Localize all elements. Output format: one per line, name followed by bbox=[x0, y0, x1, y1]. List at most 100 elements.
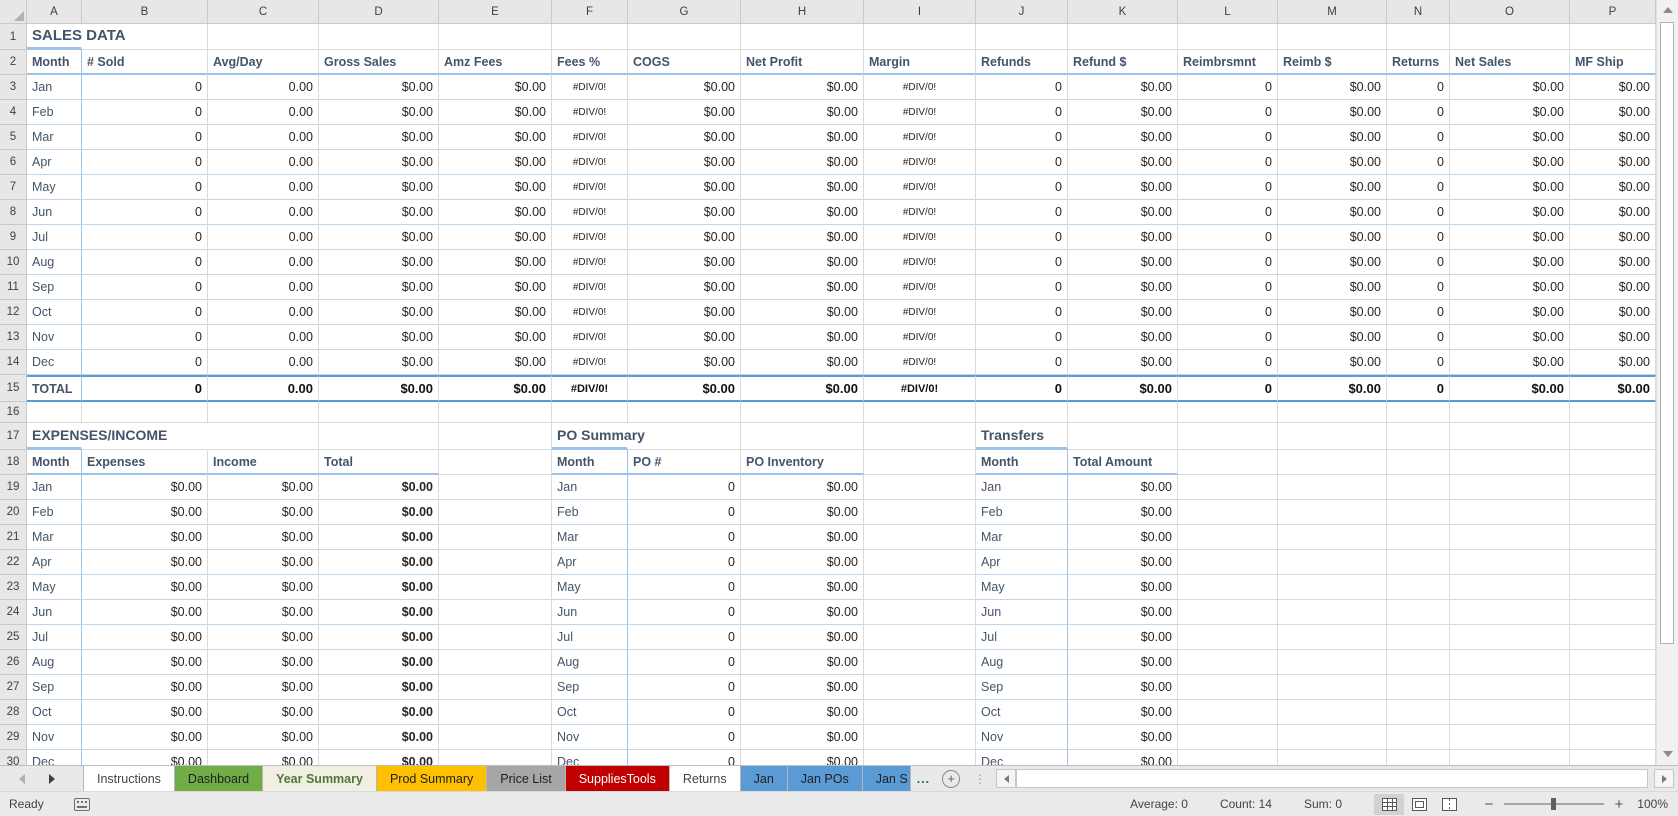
cell-F23[interactable]: May bbox=[552, 575, 628, 600]
cell-B4[interactable]: 0 bbox=[82, 100, 208, 125]
cell-B16[interactable] bbox=[82, 402, 208, 423]
cell-B23[interactable]: $0.00 bbox=[82, 575, 208, 600]
cell-G16[interactable] bbox=[628, 402, 741, 423]
cell-I10[interactable]: #DIV/0! bbox=[864, 250, 976, 275]
cell-N21[interactable] bbox=[1387, 525, 1450, 550]
cell-G28[interactable]: 0 bbox=[628, 700, 741, 725]
cell-C1[interactable] bbox=[208, 24, 319, 50]
cell-D7[interactable]: $0.00 bbox=[319, 175, 439, 200]
scroll-down-button[interactable] bbox=[1657, 744, 1678, 764]
cell-C11[interactable]: 0.00 bbox=[208, 275, 319, 300]
cell-M13[interactable]: $0.00 bbox=[1278, 325, 1387, 350]
column-header-N[interactable]: N bbox=[1387, 0, 1450, 24]
cell-A1[interactable]: SALES DATA bbox=[27, 24, 82, 50]
cell-O20[interactable] bbox=[1450, 500, 1570, 525]
zoom-slider[interactable] bbox=[1504, 797, 1604, 811]
cell-A20[interactable]: Feb bbox=[27, 500, 82, 525]
cell-D25[interactable]: $0.00 bbox=[319, 625, 439, 650]
cell-K8[interactable]: $0.00 bbox=[1068, 200, 1178, 225]
cell-F14[interactable]: #DIV/0! bbox=[552, 350, 628, 375]
cell-K13[interactable]: $0.00 bbox=[1068, 325, 1178, 350]
cell-I29[interactable] bbox=[864, 725, 976, 750]
cell-O15[interactable]: $0.00 bbox=[1450, 375, 1570, 402]
cell-J11[interactable]: 0 bbox=[976, 275, 1068, 300]
cell-N26[interactable] bbox=[1387, 650, 1450, 675]
cell-I18[interactable] bbox=[864, 450, 976, 475]
cell-J10[interactable]: 0 bbox=[976, 250, 1068, 275]
sheet-tab-suppliestools[interactable]: SuppliesTools bbox=[566, 766, 670, 791]
cell-C20[interactable]: $0.00 bbox=[208, 500, 319, 525]
cell-O30[interactable] bbox=[1450, 750, 1570, 765]
cell-L17[interactable] bbox=[1178, 423, 1278, 450]
cell-K22[interactable]: $0.00 bbox=[1068, 550, 1178, 575]
cell-P3[interactable]: $0.00 bbox=[1570, 75, 1656, 100]
column-header-A[interactable]: A bbox=[27, 0, 82, 24]
cell-L23[interactable] bbox=[1178, 575, 1278, 600]
cell-N18[interactable] bbox=[1387, 450, 1450, 475]
cell-J7[interactable]: 0 bbox=[976, 175, 1068, 200]
cell-M16[interactable] bbox=[1278, 402, 1387, 423]
cell-F2[interactable]: Fees % bbox=[552, 50, 628, 75]
cell-J6[interactable]: 0 bbox=[976, 150, 1068, 175]
row-header-14[interactable]: 14 bbox=[0, 350, 27, 375]
cell-N10[interactable]: 0 bbox=[1387, 250, 1450, 275]
cell-H10[interactable]: $0.00 bbox=[741, 250, 864, 275]
cell-P5[interactable]: $0.00 bbox=[1570, 125, 1656, 150]
cell-L16[interactable] bbox=[1178, 402, 1278, 423]
cell-L15[interactable]: 0 bbox=[1178, 375, 1278, 402]
cell-H24[interactable]: $0.00 bbox=[741, 600, 864, 625]
cell-C3[interactable]: 0.00 bbox=[208, 75, 319, 100]
cell-B2[interactable]: # Sold bbox=[82, 50, 208, 75]
column-header-E[interactable]: E bbox=[439, 0, 552, 24]
cell-N1[interactable] bbox=[1387, 24, 1450, 50]
cell-I3[interactable]: #DIV/0! bbox=[864, 75, 976, 100]
cell-N27[interactable] bbox=[1387, 675, 1450, 700]
cell-J18[interactable]: Month bbox=[976, 450, 1068, 475]
cell-L24[interactable] bbox=[1178, 600, 1278, 625]
cell-P30[interactable] bbox=[1570, 750, 1656, 765]
column-header-B[interactable]: B bbox=[82, 0, 208, 24]
cell-H11[interactable]: $0.00 bbox=[741, 275, 864, 300]
cell-M17[interactable] bbox=[1278, 423, 1387, 450]
cell-I5[interactable]: #DIV/0! bbox=[864, 125, 976, 150]
cell-I20[interactable] bbox=[864, 500, 976, 525]
cell-H12[interactable]: $0.00 bbox=[741, 300, 864, 325]
cell-E28[interactable] bbox=[439, 700, 552, 725]
cell-C7[interactable]: 0.00 bbox=[208, 175, 319, 200]
row-header-25[interactable]: 25 bbox=[0, 625, 27, 650]
cell-K30[interactable]: $0.00 bbox=[1068, 750, 1178, 765]
tab-scroll-right-icon[interactable] bbox=[49, 774, 55, 784]
cell-L30[interactable] bbox=[1178, 750, 1278, 765]
cell-C2[interactable]: Avg/Day bbox=[208, 50, 319, 75]
record-macro-icon[interactable] bbox=[74, 798, 90, 811]
cell-N17[interactable] bbox=[1387, 423, 1450, 450]
cell-M4[interactable]: $0.00 bbox=[1278, 100, 1387, 125]
cell-M15[interactable]: $0.00 bbox=[1278, 375, 1387, 402]
scroll-up-button[interactable] bbox=[1657, 0, 1678, 20]
cell-E16[interactable] bbox=[439, 402, 552, 423]
cell-P7[interactable]: $0.00 bbox=[1570, 175, 1656, 200]
cell-F5[interactable]: #DIV/0! bbox=[552, 125, 628, 150]
cell-I11[interactable]: #DIV/0! bbox=[864, 275, 976, 300]
row-header-16[interactable]: 16 bbox=[0, 402, 27, 423]
cell-C13[interactable]: 0.00 bbox=[208, 325, 319, 350]
cell-J12[interactable]: 0 bbox=[976, 300, 1068, 325]
cell-L26[interactable] bbox=[1178, 650, 1278, 675]
row-header-30[interactable]: 30 bbox=[0, 750, 27, 765]
cell-O7[interactable]: $0.00 bbox=[1450, 175, 1570, 200]
cell-E29[interactable] bbox=[439, 725, 552, 750]
cell-M2[interactable]: Reimb $ bbox=[1278, 50, 1387, 75]
cell-C12[interactable]: 0.00 bbox=[208, 300, 319, 325]
cell-G8[interactable]: $0.00 bbox=[628, 200, 741, 225]
vertical-scrollbar[interactable] bbox=[1656, 0, 1678, 765]
cell-E4[interactable]: $0.00 bbox=[439, 100, 552, 125]
column-header-G[interactable]: G bbox=[628, 0, 741, 24]
column-header-H[interactable]: H bbox=[741, 0, 864, 24]
cell-M30[interactable] bbox=[1278, 750, 1387, 765]
cell-B28[interactable]: $0.00 bbox=[82, 700, 208, 725]
cell-K27[interactable]: $0.00 bbox=[1068, 675, 1178, 700]
cell-F13[interactable]: #DIV/0! bbox=[552, 325, 628, 350]
column-header-M[interactable]: M bbox=[1278, 0, 1387, 24]
cell-N7[interactable]: 0 bbox=[1387, 175, 1450, 200]
cell-K3[interactable]: $0.00 bbox=[1068, 75, 1178, 100]
